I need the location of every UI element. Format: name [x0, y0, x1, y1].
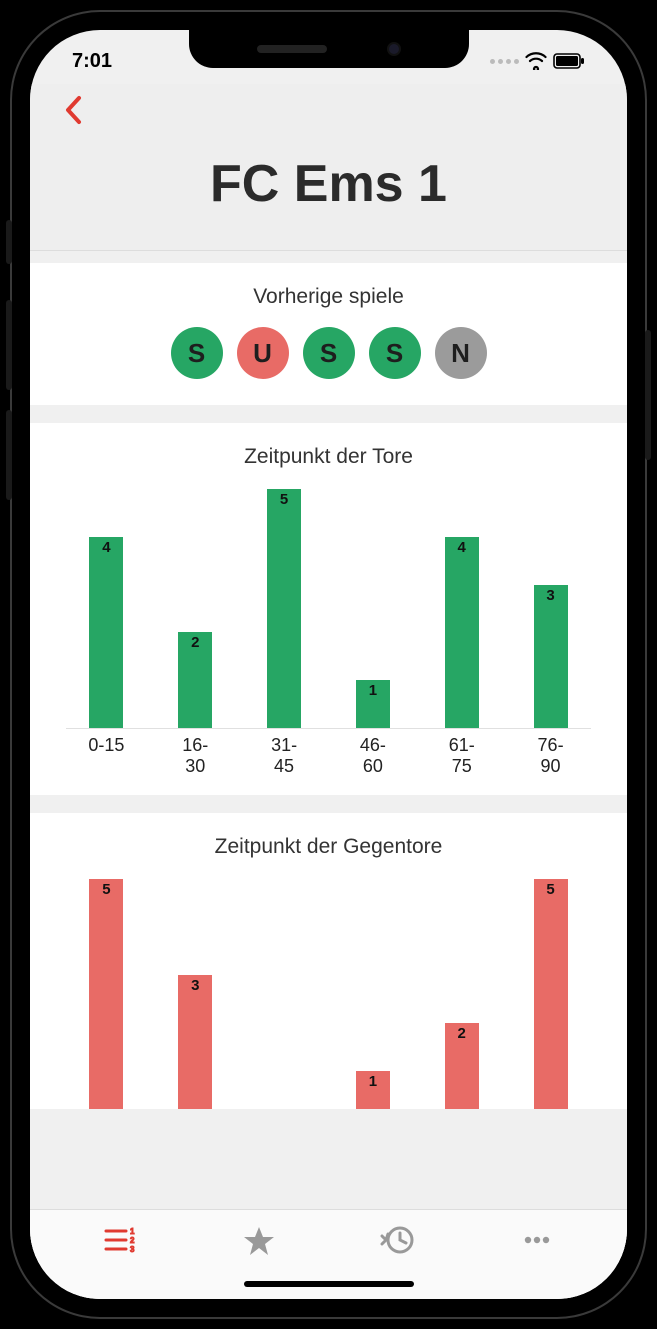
x-tick-label: 61-75 — [439, 735, 484, 777]
previous-games-card: Vorherige spiele SUSSN — [30, 263, 627, 405]
bar-value-label: 4 — [89, 539, 123, 556]
x-tick-label: 31-45 — [262, 735, 307, 777]
svg-text:2: 2 — [130, 1236, 135, 1245]
cellular-dots-icon — [490, 59, 519, 64]
goals-time-title: Zeitpunkt der Tore — [50, 445, 607, 469]
bar-col: 5 — [262, 489, 307, 728]
svg-text:3: 3 — [130, 1245, 135, 1254]
bar: 5 — [89, 879, 123, 1109]
wifi-icon — [525, 52, 547, 70]
bar-value-label: 2 — [178, 634, 212, 651]
conceded-time-card: Zeitpunkt der Gegentore 5 3 0 1 2 5 — [30, 813, 627, 1109]
bar-value-label: 5 — [89, 881, 123, 898]
bar-col: 1 — [350, 879, 395, 1109]
page-title: FC Ems 1 — [54, 154, 603, 214]
bar: 2 — [178, 632, 212, 728]
bar-col: 2 — [173, 489, 218, 728]
bar-col: 3 — [173, 879, 218, 1109]
tab-list[interactable]: 123 — [90, 1224, 150, 1256]
tab-favorites[interactable] — [229, 1224, 289, 1256]
bar: 5 — [534, 879, 568, 1109]
bar-value-label: 4 — [445, 539, 479, 556]
bar-col: 5 — [84, 879, 129, 1109]
previous-games-title: Vorherige spiele — [50, 285, 607, 309]
x-tick-label: 0-15 — [84, 735, 129, 777]
bar: 2 — [445, 1023, 479, 1109]
bar-value-label: 5 — [267, 491, 301, 508]
tab-history[interactable] — [368, 1224, 428, 1256]
bar-col: 0 — [262, 879, 307, 1109]
tab-more[interactable] — [507, 1224, 567, 1256]
bar-col: 1 — [350, 489, 395, 728]
bar-col: 5 — [528, 879, 573, 1109]
x-tick-label: 16-30 — [173, 735, 218, 777]
back-button[interactable] — [54, 90, 94, 130]
chevron-left-icon — [63, 95, 85, 125]
tab-bar: 123 — [30, 1209, 627, 1299]
x-tick-label: 46-60 — [350, 735, 395, 777]
bar: 1 — [356, 680, 390, 728]
bar-value-label: 3 — [534, 587, 568, 604]
bar-value-label: 3 — [178, 977, 212, 994]
bar: 3 — [534, 585, 568, 728]
bar-col: 3 — [528, 489, 573, 728]
game-badge: S — [171, 327, 223, 379]
bar: 5 — [267, 489, 301, 728]
battery-icon — [553, 53, 585, 69]
svg-text:1: 1 — [130, 1227, 135, 1236]
bar-col: 4 — [84, 489, 129, 728]
bar-value-label: 2 — [445, 1025, 479, 1042]
bar-value-label: 5 — [534, 881, 568, 898]
bar: 4 — [89, 537, 123, 728]
game-badge: S — [369, 327, 421, 379]
bar: 4 — [445, 537, 479, 728]
bar-col: 4 — [439, 489, 484, 728]
home-indicator[interactable] — [244, 1281, 414, 1287]
status-time: 7:01 — [72, 50, 112, 73]
goals-time-card: Zeitpunkt der Tore 4 2 5 1 4 3 0-15 16-30 31-45 4… — [30, 423, 627, 795]
game-badge: S — [303, 327, 355, 379]
game-badge: U — [237, 327, 289, 379]
bar: 1 — [356, 1071, 390, 1109]
conceded-time-title: Zeitpunkt der Gegentore — [50, 835, 607, 859]
bar-col: 2 — [439, 879, 484, 1109]
game-badge: N — [435, 327, 487, 379]
bar-value-label: 1 — [356, 1073, 390, 1090]
header: FC Ems 1 — [30, 84, 627, 251]
bar-value-label: 1 — [356, 682, 390, 699]
x-tick-label: 76-90 — [528, 735, 573, 777]
bar: 3 — [178, 975, 212, 1109]
